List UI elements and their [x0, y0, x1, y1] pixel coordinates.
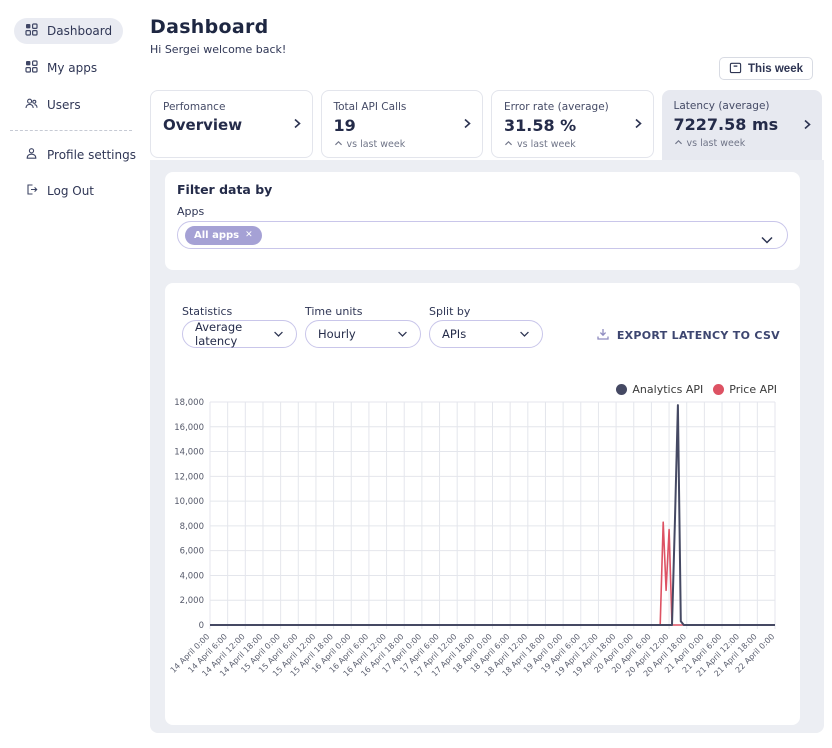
sidebar-item-label: Profile settings [47, 148, 136, 162]
time-units-value: Hourly [318, 327, 356, 341]
chip-label: All apps [194, 230, 239, 241]
sidebar-item-profile-settings[interactable]: Profile settings [14, 142, 147, 168]
statistics-value: Average latency [195, 320, 273, 348]
split-by-value: APIs [442, 327, 466, 341]
users-icon [25, 97, 38, 113]
filter-card: Filter data by Apps All apps ✕ [165, 172, 800, 270]
card-label: Latency (average) [674, 100, 811, 112]
sidebar-item-dashboard[interactable]: Dashboard [14, 18, 123, 44]
y-tick-label: 6,000 [180, 547, 204, 557]
latency-chart-card: Statistics Time units Split by Average l… [165, 283, 800, 725]
card-total-api-calls[interactable]: Total API Calls 19 vs last week [321, 90, 484, 158]
card-delta-label: vs last week [347, 139, 406, 150]
statistics-dropdown[interactable]: Average latency [182, 320, 297, 348]
close-icon[interactable]: ✕ [245, 231, 253, 240]
this-week-label: This week [748, 63, 803, 75]
card-value: 31.58 % [504, 116, 641, 135]
sidebar-item-label: Dashboard [47, 24, 112, 38]
y-tick-label: 2,000 [180, 596, 204, 606]
chevron-down-icon[interactable] [760, 230, 774, 249]
chevron-right-icon [634, 115, 643, 134]
card-value: Overview [163, 116, 300, 134]
grid-icon [25, 23, 38, 39]
export-label: EXPORT LATENCY TO CSV [617, 329, 780, 342]
y-tick-label: 12,000 [174, 472, 204, 482]
sidebar-item-label: Log Out [47, 184, 94, 198]
y-tick-label: 4,000 [180, 571, 204, 581]
card-label: Perfomance [163, 101, 300, 113]
split-by-dropdown[interactable]: APIs [429, 320, 543, 348]
y-tick-label: 8,000 [180, 522, 204, 532]
chevron-down-icon [273, 327, 284, 341]
sidebar-item-label: Users [47, 98, 81, 112]
latency-line-chart: 0 2,000 4,000 6,000 8,000 10,000 12,000 14,000 1… [170, 395, 795, 720]
dashboard-page: Dashboard My apps Users Profile settings [0, 0, 832, 748]
legend-dot [713, 384, 724, 395]
export-latency-csv-button[interactable]: EXPORT LATENCY TO CSV [596, 327, 780, 344]
card-performance-overview[interactable]: Perfomance Overview [150, 90, 313, 158]
page-subtitle: Hi Sergei welcome back! [150, 43, 286, 56]
sidebar-divider [10, 130, 132, 131]
card-value: 19 [334, 116, 471, 135]
apps-label: Apps [177, 205, 204, 218]
this-week-button[interactable]: This week [719, 57, 813, 80]
sidebar-item-my-apps[interactable]: My apps [14, 55, 108, 81]
card-label: Error rate (average) [504, 101, 641, 113]
caret-up-icon [504, 139, 513, 150]
y-tick-label: 18,000 [174, 398, 204, 408]
statistics-label: Statistics [182, 305, 232, 318]
calendar-icon [729, 61, 742, 77]
card-value: 7227.58 ms [674, 115, 811, 134]
chevron-down-icon [519, 327, 530, 341]
sidebar-item-users[interactable]: Users [14, 92, 92, 118]
legend-dot [616, 384, 627, 395]
caret-up-icon [674, 138, 683, 149]
time-units-dropdown[interactable]: Hourly [305, 320, 421, 348]
person-icon [25, 147, 38, 163]
card-latency[interactable]: Latency (average) 7227.58 ms vs last wee… [662, 90, 823, 160]
chevron-right-icon [463, 115, 472, 134]
download-icon [596, 327, 610, 344]
all-apps-chip[interactable]: All apps ✕ [185, 226, 262, 245]
apps-multiselect-input[interactable]: All apps ✕ [177, 221, 788, 249]
y-tick-label: 0 [199, 621, 204, 631]
y-tick-label: 16,000 [174, 423, 204, 433]
sidebar-item-log-out[interactable]: Log Out [14, 178, 105, 204]
chevron-right-icon [293, 115, 302, 134]
caret-up-icon [334, 139, 343, 150]
sidebar: Dashboard My apps Users Profile settings [0, 0, 150, 748]
card-delta-label: vs last week [517, 139, 576, 150]
chevron-right-icon [803, 116, 812, 135]
page-title: Dashboard [150, 16, 269, 38]
card-label: Total API Calls [334, 101, 471, 113]
chevron-down-icon [397, 327, 408, 341]
time-units-label: Time units [305, 305, 362, 318]
y-tick-label: 14,000 [174, 448, 204, 458]
grid-icon [25, 60, 38, 76]
sidebar-item-label: My apps [47, 61, 97, 75]
card-delta-label: vs last week [687, 138, 746, 149]
filter-title: Filter data by [177, 182, 272, 197]
content-panel: Filter data by Apps All apps ✕ Statistic… [150, 160, 824, 733]
summary-cards-row: Perfomance Overview Total API Calls 19 v… [150, 90, 822, 160]
card-error-rate[interactable]: Error rate (average) 31.58 % vs last wee… [491, 90, 654, 158]
card-delta: vs last week [674, 138, 811, 149]
split-by-label: Split by [429, 305, 470, 318]
card-delta: vs last week [504, 139, 641, 150]
card-delta: vs last week [334, 139, 471, 150]
y-tick-label: 10,000 [174, 497, 204, 507]
logout-icon [25, 183, 38, 199]
